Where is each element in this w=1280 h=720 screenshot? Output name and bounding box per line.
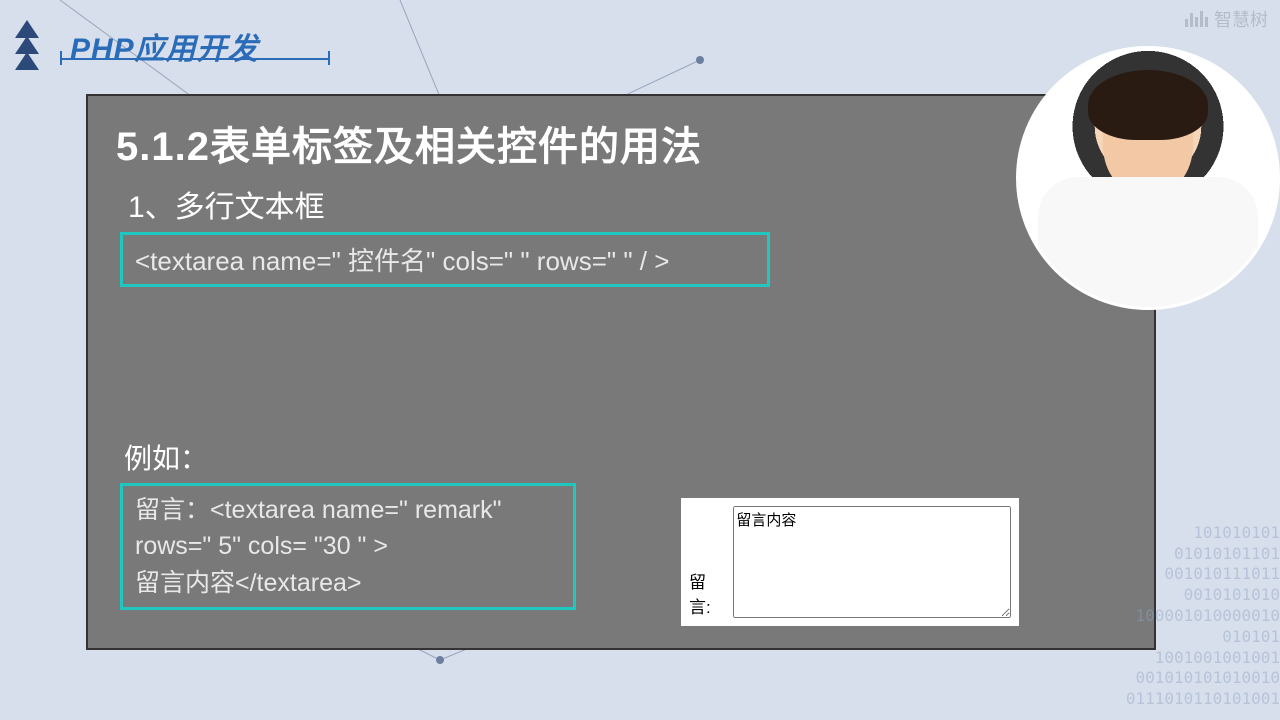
- presenter-video-circle: [1016, 46, 1280, 310]
- slide-heading: 5.1.2表单标签及相关控件的用法: [116, 114, 1126, 172]
- slide-panel: 5.1.2表单标签及相关控件的用法 1、多行文本框 <textarea name…: [86, 94, 1156, 650]
- syntax-code-box: <textarea name=" 控件名" cols=" " rows=" " …: [120, 232, 770, 287]
- course-title: PHP应用开发: [70, 24, 259, 68]
- demo-output-panel: 留言:: [681, 498, 1019, 626]
- watermark-text: 智慧树: [1214, 6, 1268, 32]
- demo-label: 留言:: [689, 568, 727, 618]
- watermark: 智慧树: [1185, 6, 1268, 32]
- example-label: 例如：: [124, 437, 1126, 477]
- demo-textarea[interactable]: [733, 506, 1011, 618]
- example-code-box: 留言：<textarea name=" remark" rows=" 5" co…: [120, 483, 576, 610]
- slide-subtitle: 1、多行文本框: [128, 182, 1126, 226]
- decorative-arrows: [15, 20, 39, 68]
- watermark-icon: [1185, 11, 1208, 27]
